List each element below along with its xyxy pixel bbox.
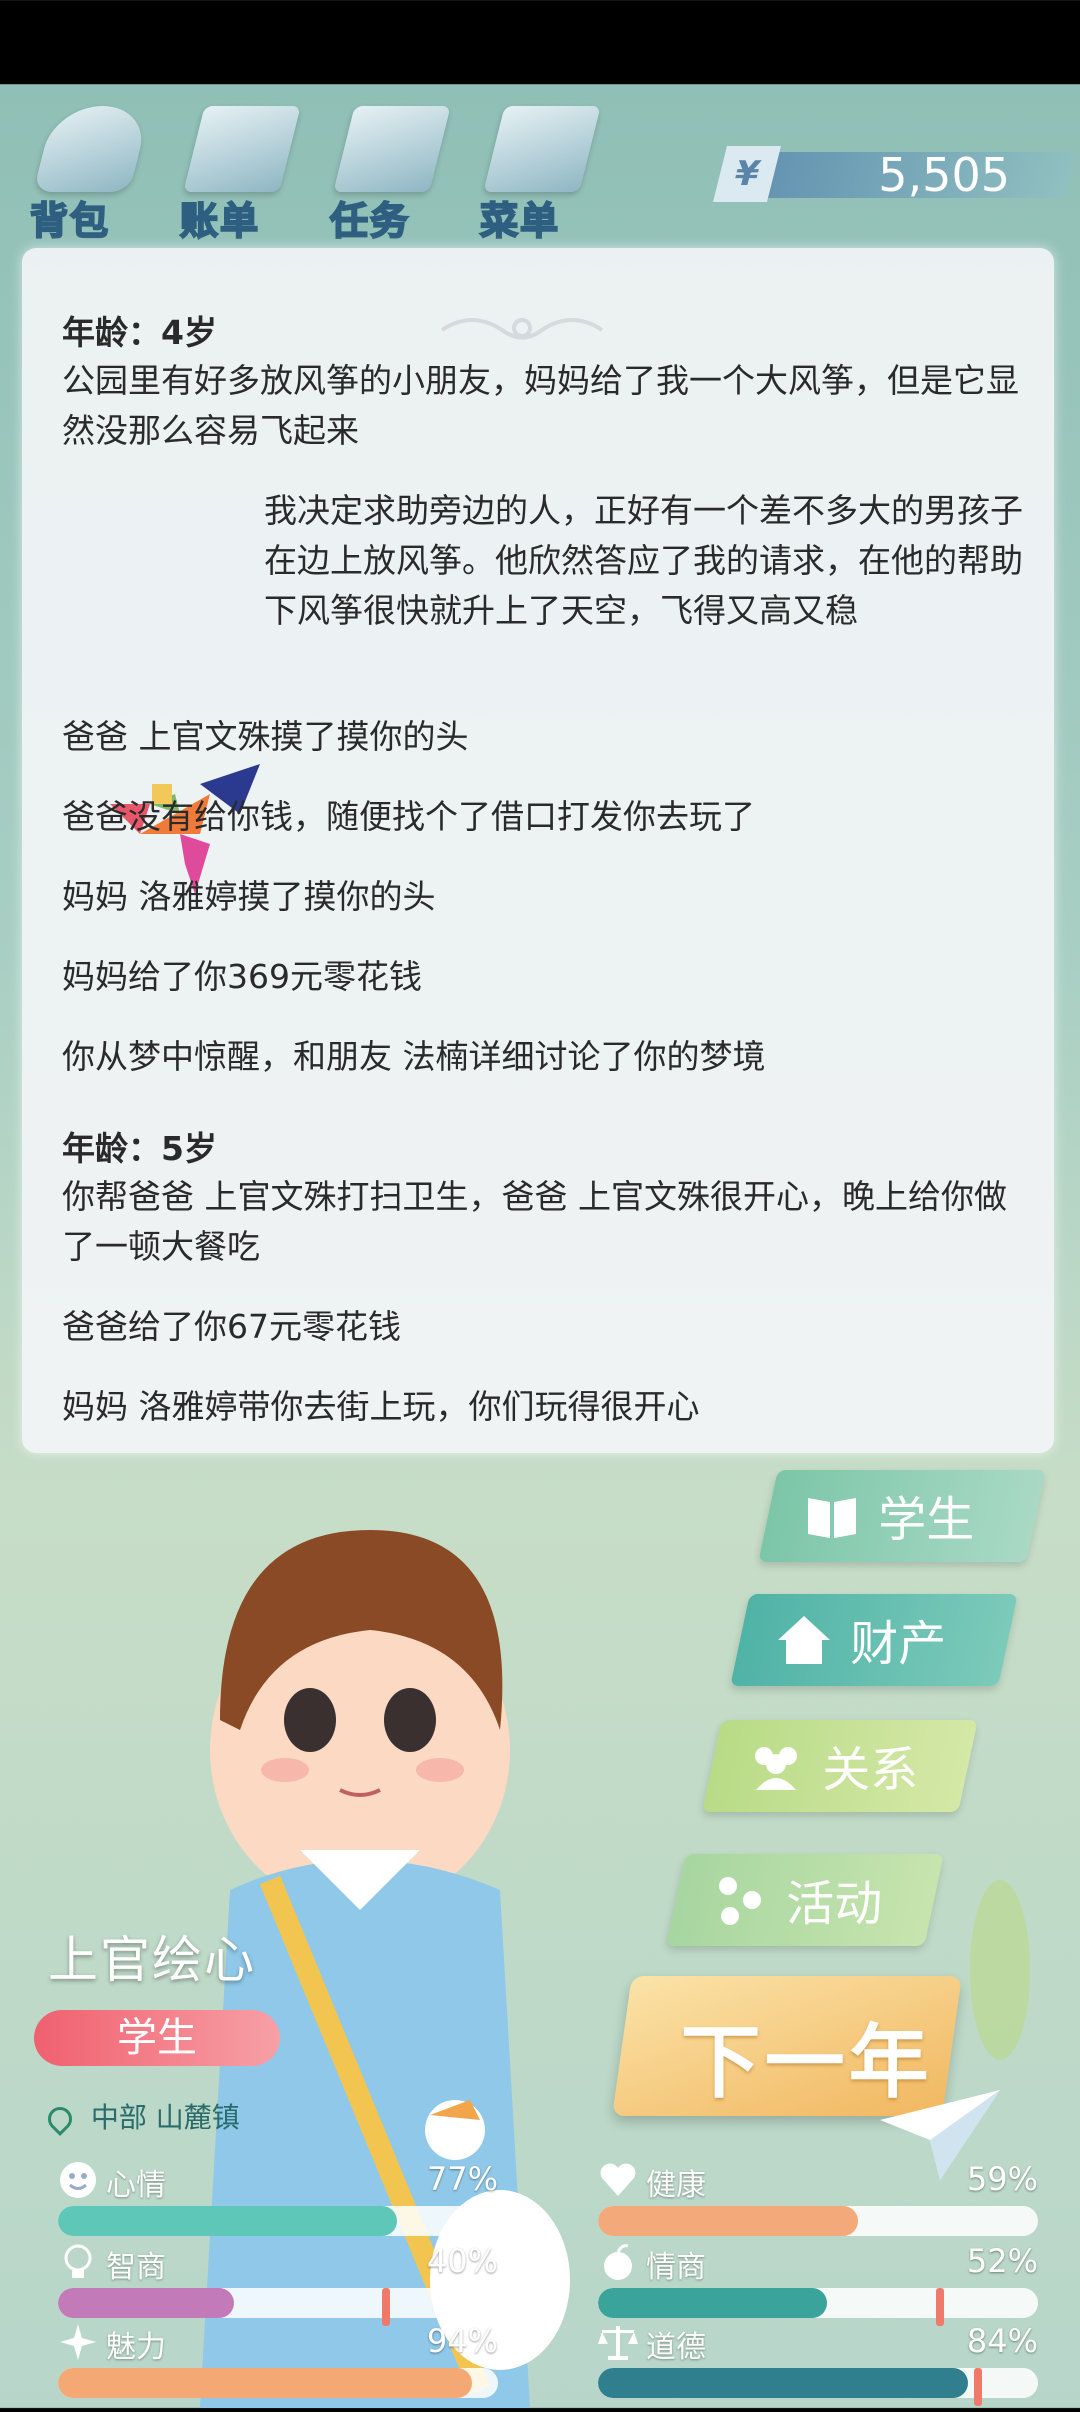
stat-value: 77% (426, 2160, 498, 2198)
scale-icon (598, 2326, 638, 2360)
stat-fill (598, 2368, 968, 2398)
people-icon (755, 1747, 797, 1790)
log-entry-kite: 我决定求助旁边的人，正好有一个差不多大的男孩子在边上放风筝。他欣然答应了我的请求… (264, 491, 1023, 630)
stat-name: 心情 (106, 2168, 166, 2203)
property-button[interactable]: 财产 (730, 1594, 1018, 1686)
stat-fill (598, 2288, 827, 2318)
log-entry: 公园里有好多放风筝的小朋友，妈妈给了我一个大风筝，但是它显然没那么容易飞起来 (62, 361, 1019, 450)
stat-track (58, 2206, 498, 2236)
stat-value: 94% (426, 2322, 498, 2360)
bill-button[interactable]: 账单 (176, 94, 306, 244)
stat-fill (598, 2206, 858, 2236)
student-label: 学生 (878, 1492, 975, 1548)
stat-value: 84% (966, 2322, 1038, 2360)
bill-icon (183, 106, 301, 192)
task-icon (333, 106, 451, 192)
log-entry: 你帮爸爸 上官文殊打扫卫生，爸爸 上官文殊很开心，晚上给你做了一顿大餐吃 (62, 1177, 1007, 1266)
stat-marker (974, 2368, 982, 2406)
backpack-icon (33, 106, 151, 192)
activity-label: 活动 (786, 1876, 883, 1932)
life-log-panel[interactable]: 年龄：4岁 公园里有好多放风筝的小朋友，妈妈给了我一个大风筝，但是它显然没那么容… (22, 248, 1054, 1453)
location-pin-icon (43, 2102, 77, 2136)
stat-track (58, 2368, 498, 2398)
menu-label: 菜单 (479, 198, 561, 244)
stat-fill (58, 2288, 234, 2318)
stat-charm: 魅力 94% (58, 2322, 498, 2402)
student-button[interactable]: 学生 (758, 1470, 1046, 1562)
house-icon (778, 1616, 830, 1664)
stat-eq: 情商 52% (598, 2242, 1038, 2326)
stat-name: 魅力 (106, 2330, 166, 2365)
stat-value: 40% (426, 2242, 498, 2280)
bill-label: 账单 (179, 198, 261, 244)
stats-panel: 心情 77% 健康 59% 智商 40% 情商 52% 魅力 94% 道德 84… (28, 2160, 1052, 2408)
log-entry: 爸爸没有给你钱，随便找个了借口打发你去玩了 (62, 797, 755, 836)
property-label: 财产 (850, 1616, 947, 1672)
stat-morality: 道德 84% (598, 2322, 1038, 2406)
relationship-label: 关系 (822, 1742, 919, 1798)
backpack-button[interactable]: 背包 (26, 94, 156, 244)
menu-icon (483, 106, 601, 192)
sparkle-icon (60, 2324, 96, 2360)
character-name: 上官绘心 (48, 1931, 256, 1989)
stat-mood: 心情 77% (58, 2160, 498, 2240)
stat-value: 59% (966, 2160, 1038, 2198)
stat-fill (58, 2368, 472, 2398)
stat-track (598, 2288, 1038, 2318)
occupation-badge: 学生 (34, 2010, 280, 2066)
location: 中部 山麓镇 (43, 2096, 240, 2136)
heart-icon (600, 2163, 636, 2196)
log-entry: 你从梦中惊醒，和朋友 法楠详细讨论了你的梦境 (62, 1037, 766, 1076)
bulb-icon (64, 2244, 92, 2278)
money-display: ¥ 5,505 (690, 146, 1076, 204)
stat-name: 智商 (106, 2250, 166, 2285)
stat-name: 健康 (646, 2168, 706, 2203)
stat-health: 健康 59% (598, 2160, 1038, 2240)
activity-icon (719, 1877, 761, 1925)
stat-marker (382, 2288, 390, 2326)
money-value: 5,505 (878, 148, 1010, 202)
age-5-heading: 年龄：5岁 (62, 1129, 217, 1168)
stat-marker (936, 2288, 944, 2326)
menu-button[interactable]: 菜单 (476, 94, 606, 244)
log-entry: 爸爸 上官文殊摸了摸你的头 (62, 717, 469, 756)
book-icon (808, 1498, 856, 1538)
stat-track (598, 2206, 1038, 2236)
stat-track (58, 2288, 498, 2318)
stat-value: 52% (966, 2242, 1038, 2280)
stat-iq: 智商 40% (58, 2242, 498, 2326)
log-entry: 妈妈 洛雅婷摸了摸你的头 (62, 877, 436, 916)
location-text: 中部 山麓镇 (90, 2101, 240, 2134)
apple-icon (604, 2244, 632, 2280)
log-entry: 妈妈 洛雅婷带你去街上玩，你们玩得很开心 (62, 1387, 700, 1426)
stat-track (598, 2368, 1038, 2398)
activity-button[interactable]: 活动 (666, 1854, 944, 1946)
stat-name: 道德 (646, 2330, 706, 2365)
task-label: 任务 (329, 198, 411, 244)
smile-icon (60, 2162, 96, 2198)
task-button[interactable]: 任务 (326, 94, 456, 244)
log-entry: 妈妈给了你369元零花钱 (62, 957, 422, 996)
log-entry: 爸爸给了你67元零花钱 (62, 1307, 401, 1346)
stat-name: 情商 (646, 2250, 706, 2285)
backpack-label: 背包 (29, 198, 111, 244)
top-bar: 背包 账单 任务 菜单 ¥ 5,505 (0, 84, 1080, 254)
age-4-heading: 年龄：4岁 (62, 313, 217, 352)
relationship-button[interactable]: 关系 (702, 1720, 978, 1812)
stat-fill (58, 2206, 397, 2236)
